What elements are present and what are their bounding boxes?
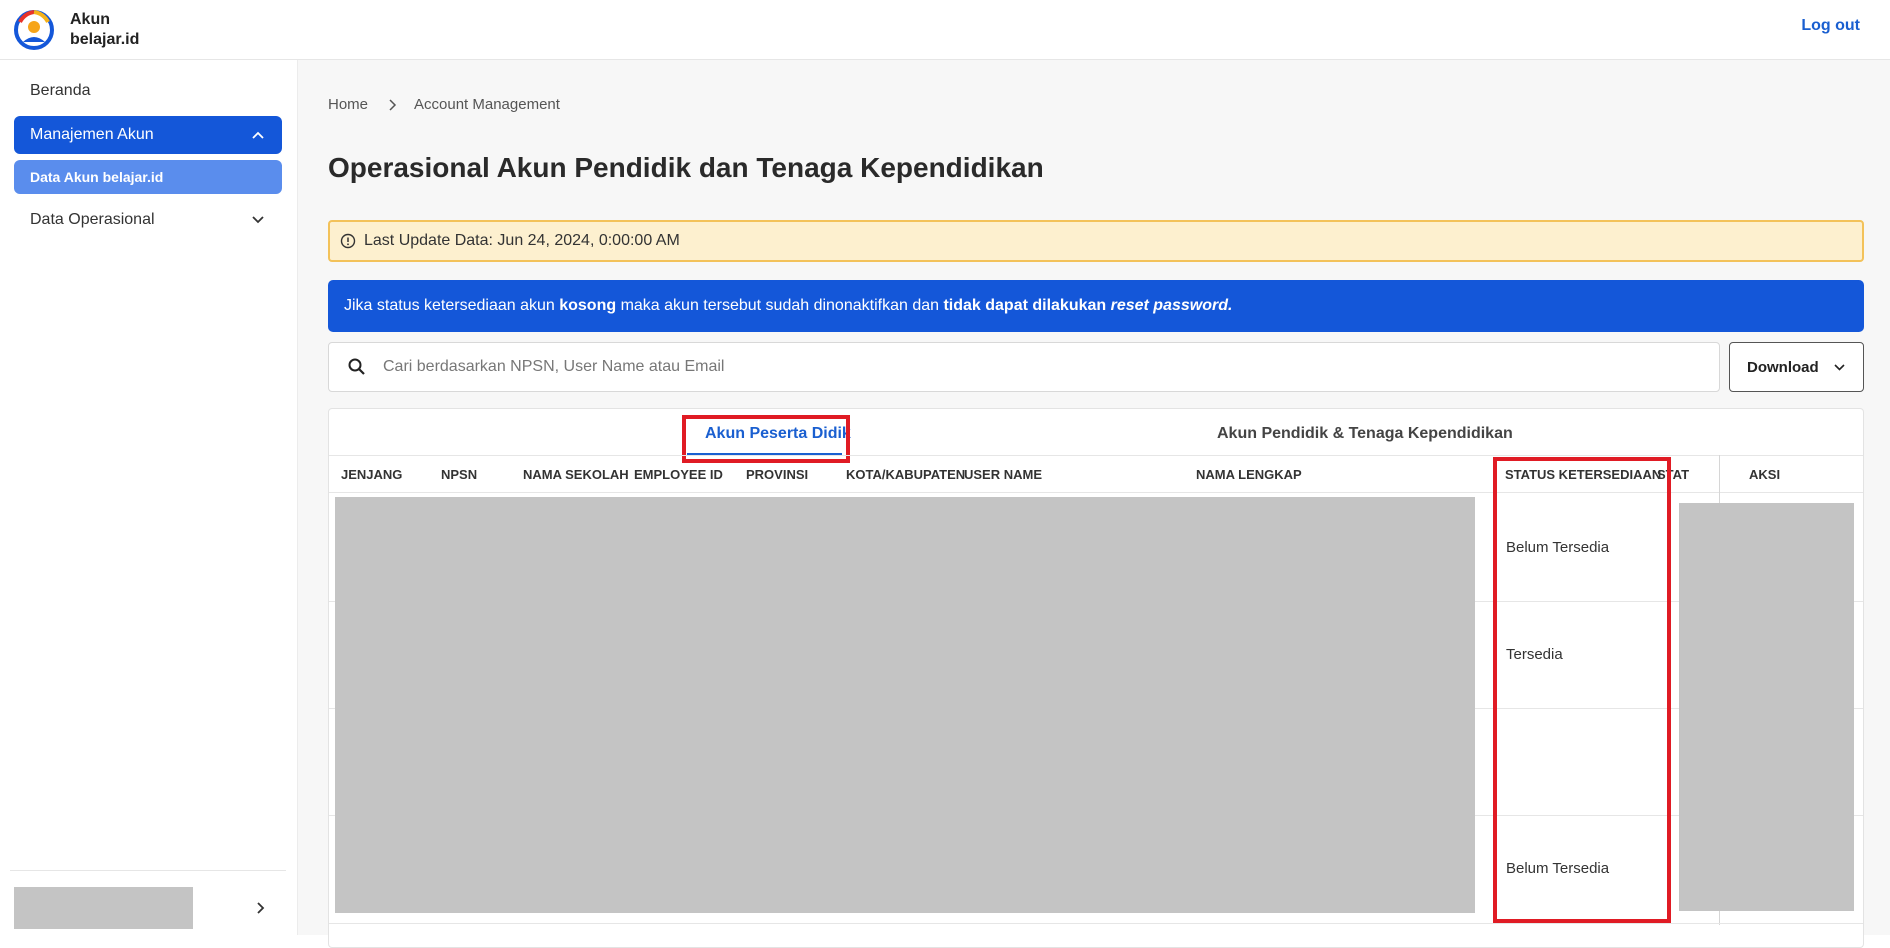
status-column-highlight-box: [1493, 457, 1671, 923]
info-text-bold1: kosong: [559, 297, 617, 314]
redacted-status-aksi-data: [1679, 503, 1854, 911]
search-icon: [348, 358, 365, 375]
column-header-provinsi[interactable]: PROVINSI: [746, 467, 808, 482]
brand[interactable]: Akun belajar.id: [14, 9, 139, 50]
tab-akun-pendidik-tenaga-kependidikan[interactable]: Akun Pendidik & Tenaga Kependidikan: [1217, 425, 1513, 443]
column-header-user-name[interactable]: USER NAME: [964, 467, 1042, 482]
belajar-id-logo-icon: [14, 9, 54, 50]
download-button[interactable]: Download: [1729, 342, 1864, 392]
info-text-part2: maka akun tersebut sudah dinonaktifkan d…: [616, 297, 944, 314]
search-input[interactable]: [383, 358, 1713, 376]
brand-line-1: Akun: [70, 10, 110, 28]
sidebar-item-label: Data Akun belajar.id: [30, 169, 164, 185]
breadcrumb: Home Account Management: [328, 96, 560, 113]
download-label: Download: [1747, 358, 1819, 376]
info-circle-icon: [340, 233, 356, 249]
page-title: Operasional Akun Pendidik dan Tenaga Kep…: [328, 152, 1044, 183]
info-text-bold2: tidak dapat dilakukan: [943, 297, 1111, 314]
redacted-table-data: [335, 497, 1475, 913]
chevron-up-icon: [252, 131, 264, 139]
brand-line-2: belajar.id: [70, 30, 140, 48]
column-header-jenjang[interactable]: JENJANG: [341, 467, 402, 482]
logout-button[interactable]: Log out: [1801, 17, 1860, 35]
column-header-employee-id[interactable]: EMPLOYEE ID: [634, 467, 723, 482]
main-content: Home Account Management Operasional Akun…: [298, 60, 1890, 948]
sidebar: Beranda Manajemen Akun Data Akun belajar…: [0, 60, 298, 935]
sidebar-item-label: Beranda: [30, 82, 91, 99]
last-update-alert: Last Update Data: Jun 24, 2024, 0:00:00 …: [328, 220, 1864, 262]
info-text-part1: Jika status ketersediaan akun: [344, 297, 560, 314]
chevron-right-icon[interactable]: [252, 900, 268, 916]
sidebar-footer-divider: [10, 870, 286, 871]
chevron-right-icon: [389, 98, 397, 111]
info-text-emphasis: reset password.: [1110, 297, 1233, 314]
sidebar-item-label: Data Operasional: [30, 211, 155, 228]
column-header-npsn[interactable]: NPSN: [441, 467, 477, 482]
sidebar-item-data-akun-belajar-id[interactable]: Data Akun belajar.id: [14, 160, 282, 194]
top-bar: Akun belajar.id Log out: [0, 0, 1890, 60]
sidebar-item-label: Manajemen Akun: [30, 126, 154, 143]
accounts-table-card: Akun Peserta Didik Akun Pendidik & Tenag…: [328, 408, 1864, 948]
row-divider: [329, 923, 1863, 924]
last-update-text: Last Update Data: Jun 24, 2024, 0:00:00 …: [364, 232, 680, 249]
search-bar: [328, 342, 1720, 392]
column-header-nama-lengkap[interactable]: NAMA LENGKAP: [1196, 467, 1302, 482]
info-banner: Jika status ketersediaan akun kosong mak…: [328, 280, 1864, 332]
user-profile-redacted[interactable]: [14, 887, 193, 929]
brand-name: Akun belajar.id: [70, 10, 139, 50]
column-header-kota-kabupaten[interactable]: KOTA/KABUPATEN: [846, 467, 965, 482]
sidebar-item-data-operasional[interactable]: Data Operasional: [14, 201, 282, 239]
chevron-down-icon: [252, 216, 264, 224]
chevron-down-icon: [1834, 364, 1845, 371]
sidebar-item-beranda[interactable]: Beranda: [14, 72, 282, 110]
column-header-aksi[interactable]: AKSI: [1749, 467, 1780, 482]
sidebar-item-manajemen-akun[interactable]: Manajemen Akun: [14, 116, 282, 154]
breadcrumb-current: Account Management: [414, 96, 560, 113]
breadcrumb-home[interactable]: Home: [328, 96, 368, 113]
column-header-nama-sekolah[interactable]: NAMA SEKOLAH: [523, 467, 629, 482]
